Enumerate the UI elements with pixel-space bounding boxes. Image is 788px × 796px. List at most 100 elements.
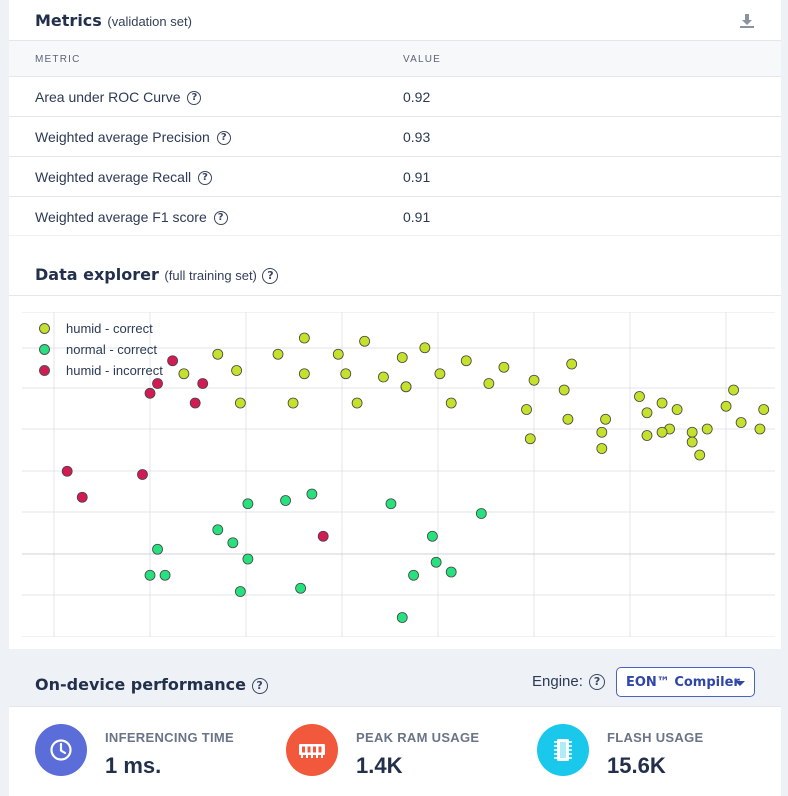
data-point[interactable]: [396, 352, 408, 363]
data-point[interactable]: [212, 524, 224, 536]
data-point[interactable]: [144, 387, 156, 399]
caret-down-icon: [735, 681, 745, 686]
data-point[interactable]: [445, 397, 457, 409]
table-row: Weighted average Recall ? 0.91: [9, 157, 781, 197]
data-point[interactable]: [306, 488, 318, 500]
help-icon[interactable]: ?: [589, 674, 606, 691]
data-point[interactable]: [521, 404, 532, 415]
help-icon[interactable]: ?: [187, 91, 202, 106]
data-point[interactable]: [317, 530, 329, 542]
data-point[interactable]: [242, 498, 254, 510]
download-icon[interactable]: [739, 13, 755, 29]
data-point[interactable]: [272, 348, 284, 360]
data-point[interactable]: [720, 400, 732, 412]
performance-section: On-device performance ? Engine: ? EON™ C…: [9, 650, 781, 796]
table-row: Weighted average Precision ? 0.93: [9, 117, 781, 157]
data-point[interactable]: [558, 384, 570, 396]
data-point[interactable]: [758, 404, 770, 415]
data-point[interactable]: [686, 436, 698, 448]
data-point[interactable]: [475, 508, 487, 519]
data-point[interactable]: [754, 423, 766, 435]
data-point[interactable]: [396, 612, 408, 623]
data-point[interactable]: [159, 569, 171, 581]
data-point[interactable]: [242, 553, 254, 565]
metric-value: 0.92: [403, 89, 431, 105]
data-point[interactable]: [340, 368, 352, 380]
help-icon[interactable]: ?: [262, 267, 279, 284]
data-point[interactable]: [298, 368, 310, 380]
help-icon[interactable]: ?: [216, 131, 231, 146]
data-point[interactable]: [76, 491, 88, 503]
data-point[interactable]: [152, 543, 163, 555]
legend-marker: [39, 365, 50, 376]
data-point[interactable]: [430, 556, 442, 568]
data-point[interactable]: [728, 384, 739, 396]
engine-selected-value: EON™ Compiler: [626, 675, 740, 690]
data-point[interactable]: [152, 378, 163, 389]
data-point[interactable]: [287, 397, 299, 409]
data-point[interactable]: [596, 426, 608, 438]
data-point[interactable]: [378, 371, 389, 383]
data-point[interactable]: [562, 413, 574, 425]
data-point[interactable]: [137, 469, 148, 480]
data-point[interactable]: [656, 426, 668, 438]
data-point[interactable]: [600, 413, 611, 425]
data-point[interactable]: [234, 397, 246, 409]
data-point[interactable]: [351, 397, 363, 409]
data-point[interactable]: [426, 530, 438, 542]
data-point[interactable]: [400, 381, 412, 393]
data-point[interactable]: [524, 433, 536, 445]
data-point[interactable]: [385, 498, 397, 510]
engine-label-text: Engine:: [532, 673, 583, 690]
engine-dropdown[interactable]: EON™ Compiler: [616, 667, 755, 697]
data-point[interactable]: [212, 348, 224, 360]
metric-name: Area under ROC Curve: [35, 89, 181, 105]
data-point[interactable]: [701, 423, 713, 435]
help-icon[interactable]: ?: [213, 211, 228, 226]
data-point[interactable]: [634, 391, 645, 402]
data-point[interactable]: [641, 430, 653, 441]
data-point[interactable]: [332, 348, 344, 360]
data-point[interactable]: [280, 495, 291, 506]
data-point[interactable]: [227, 537, 239, 549]
flash-chip-icon: [537, 724, 589, 776]
data-point[interactable]: [359, 335, 371, 347]
help-icon[interactable]: ?: [251, 677, 268, 694]
data-point[interactable]: [671, 404, 683, 415]
data-point[interactable]: [641, 407, 653, 419]
metric-label: Area under ROC Curve ?: [35, 89, 202, 106]
data-point[interactable]: [295, 582, 307, 594]
data-point[interactable]: [460, 355, 472, 367]
data-point[interactable]: [197, 378, 209, 389]
data-point[interactable]: [298, 332, 310, 344]
data-point[interactable]: [167, 355, 179, 367]
data-point[interactable]: [694, 449, 706, 461]
data-point[interactable]: [189, 397, 201, 409]
scatter-plot[interactable]: [22, 312, 775, 637]
performance-title-text: On-device performance: [35, 675, 246, 694]
data-point[interactable]: [483, 378, 495, 389]
help-icon[interactable]: ?: [198, 171, 213, 186]
data-explorer-card: Data explorer (full training set) ? humi…: [9, 236, 781, 649]
stat-flash-usage: FLASH USAGE 15.6K: [537, 724, 757, 780]
data-point[interactable]: [566, 358, 578, 370]
data-point[interactable]: [178, 368, 190, 380]
data-point[interactable]: [596, 443, 608, 454]
data-point[interactable]: [656, 397, 668, 409]
stat-value: 1 ms.: [105, 753, 162, 778]
metric-name: Weighted average Recall: [35, 169, 192, 185]
data-point[interactable]: [445, 566, 457, 578]
stat-peak-ram: PEAK RAM USAGE 1.4K: [286, 724, 506, 780]
data-point[interactable]: [419, 342, 431, 354]
data-point[interactable]: [528, 374, 540, 386]
data-point[interactable]: [408, 569, 419, 581]
data-point[interactable]: [735, 417, 747, 428]
data-point[interactable]: [144, 569, 156, 581]
data-point[interactable]: [61, 465, 73, 477]
data-point[interactable]: [434, 368, 446, 380]
data-point[interactable]: [231, 365, 243, 376]
data-point[interactable]: [234, 586, 246, 597]
data-point[interactable]: [686, 426, 698, 438]
legend-label: humid - correct: [66, 321, 153, 336]
data-point[interactable]: [498, 361, 510, 373]
